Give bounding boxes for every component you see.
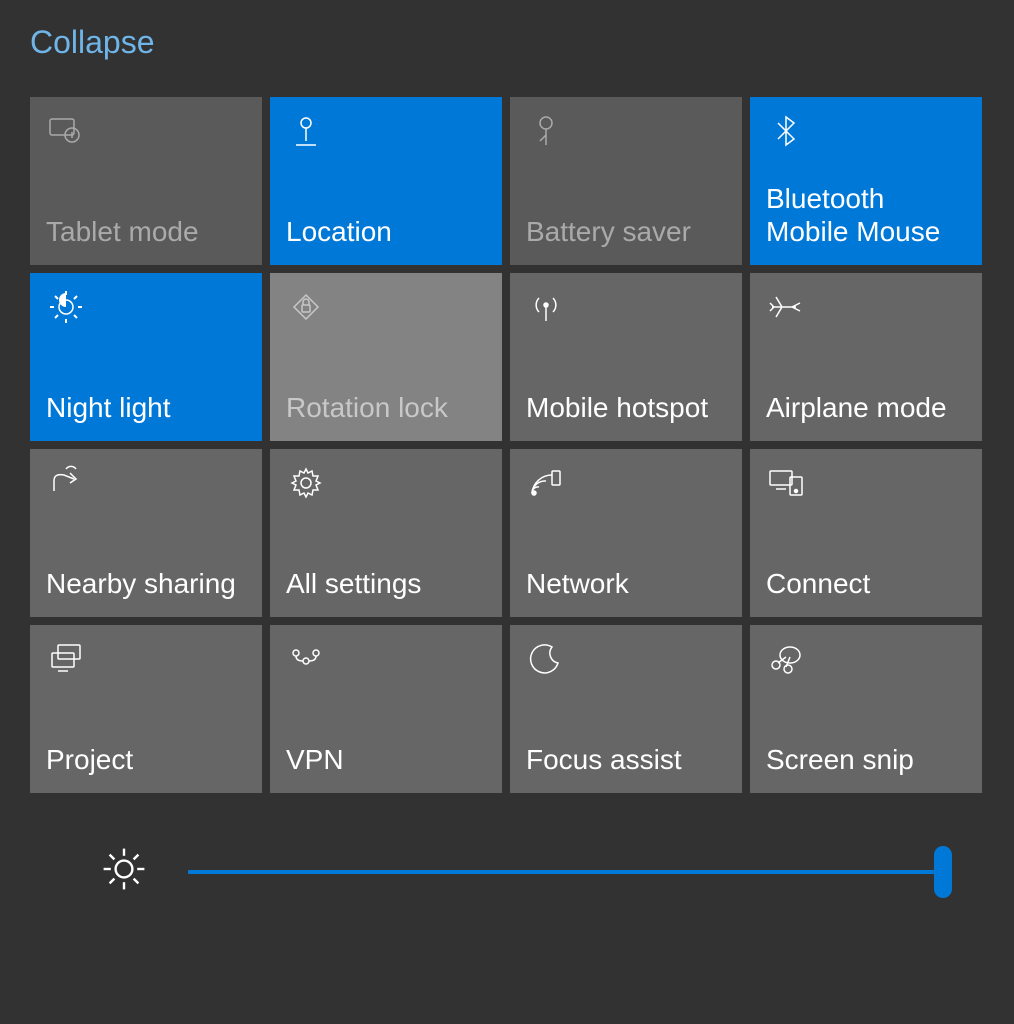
tile-label: Rotation lock <box>286 391 486 425</box>
project-icon <box>46 639 246 683</box>
tile-night-light[interactable]: Night light <box>30 273 262 441</box>
tile-label: Screen snip <box>766 743 966 777</box>
tile-label: All settings <box>286 567 486 601</box>
tile-label: Network <box>526 567 726 601</box>
tile-airplane-mode[interactable]: Airplane mode <box>750 273 982 441</box>
tile-vpn[interactable]: VPN <box>270 625 502 793</box>
focus-assist-icon <box>526 639 726 683</box>
tile-tablet-mode[interactable]: Tablet mode <box>30 97 262 265</box>
tile-label: Airplane mode <box>766 391 966 425</box>
tablet-mode-icon <box>46 111 246 155</box>
night-light-icon <box>46 287 246 331</box>
brightness-icon <box>100 845 148 898</box>
tile-label: Tablet mode <box>46 215 246 249</box>
collapse-link[interactable]: Collapse <box>30 24 155 61</box>
tile-label: Nearby sharing <box>46 567 246 601</box>
tile-connect[interactable]: Connect <box>750 449 982 617</box>
tile-label: Battery saver <box>526 215 726 249</box>
mobile-hotspot-icon <box>526 287 726 331</box>
tile-label: Project <box>46 743 246 777</box>
tile-label: Bluetooth Mobile Mouse <box>766 182 966 249</box>
tile-bluetooth[interactable]: Bluetooth Mobile Mouse <box>750 97 982 265</box>
tile-rotation-lock[interactable]: Rotation lock <box>270 273 502 441</box>
tile-label: Connect <box>766 567 966 601</box>
brightness-slider-thumb[interactable] <box>934 846 952 898</box>
tile-label: Night light <box>46 391 246 425</box>
tile-all-settings[interactable]: All settings <box>270 449 502 617</box>
tile-label: Mobile hotspot <box>526 391 726 425</box>
action-center-panel: Collapse Tablet mode Location Battery sa… <box>0 0 1014 922</box>
bluetooth-icon <box>766 111 966 155</box>
quick-actions-grid: Tablet mode Location Battery saver Bluet… <box>30 97 984 793</box>
rotation-lock-icon <box>286 287 486 331</box>
tile-focus-assist[interactable]: Focus assist <box>510 625 742 793</box>
brightness-slider[interactable] <box>188 870 944 874</box>
location-icon <box>286 111 486 155</box>
tile-label: Location <box>286 215 486 249</box>
tile-network[interactable]: Network <box>510 449 742 617</box>
tile-mobile-hotspot[interactable]: Mobile hotspot <box>510 273 742 441</box>
tile-location[interactable]: Location <box>270 97 502 265</box>
tile-project[interactable]: Project <box>30 625 262 793</box>
tile-label: VPN <box>286 743 486 777</box>
brightness-slider-row <box>30 845 984 898</box>
tile-nearby-sharing[interactable]: Nearby sharing <box>30 449 262 617</box>
network-icon <box>526 463 726 507</box>
gear-icon <box>286 463 486 507</box>
connect-icon <box>766 463 966 507</box>
nearby-sharing-icon <box>46 463 246 507</box>
tile-battery-saver[interactable]: Battery saver <box>510 97 742 265</box>
airplane-mode-icon <box>766 287 966 331</box>
tile-label: Focus assist <box>526 743 726 777</box>
battery-saver-icon <box>526 111 726 155</box>
tile-screen-snip[interactable]: Screen snip <box>750 625 982 793</box>
screen-snip-icon <box>766 639 966 683</box>
vpn-icon <box>286 639 486 683</box>
